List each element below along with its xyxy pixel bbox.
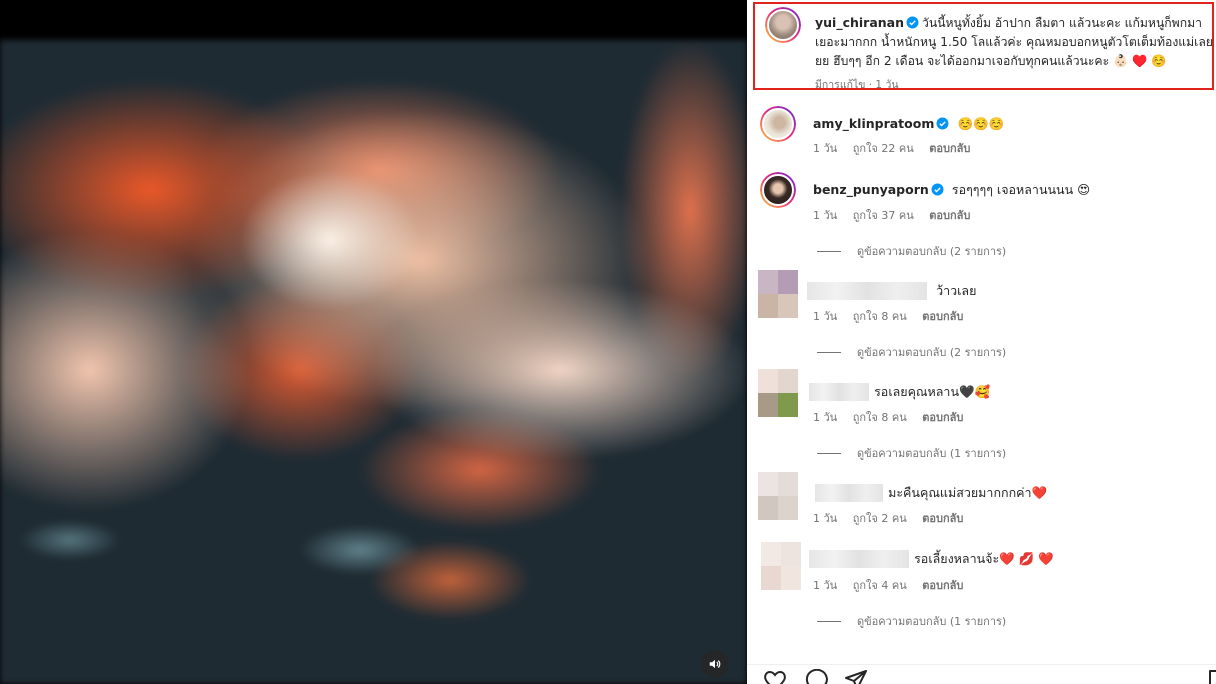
divider-dash — [817, 452, 841, 454]
blurred-avatar[interactable] — [758, 369, 798, 417]
blurred-avatar[interactable] — [758, 270, 798, 318]
comment-likes[interactable]: ถูกใจ 37 คน — [853, 209, 914, 222]
reply-button[interactable]: ตอบกลับ — [922, 310, 963, 323]
blurred-avatar[interactable] — [758, 472, 798, 520]
post-media[interactable] — [0, 0, 747, 684]
comment-meta: 1 วัน ถูกใจ 22 คน ตอบกลับ — [813, 139, 982, 157]
view-replies-label: ดูข้อความตอบกลับ (1 รายการ) — [857, 615, 1007, 628]
reply-button[interactable]: ตอบกลับ — [922, 512, 963, 525]
comments-panel: yui_chiranan วันนี้หนูทั้งยิ้ม อ้าปาก ลืม… — [747, 0, 1216, 684]
post-time[interactable]: 1 วัน — [875, 79, 898, 91]
view-replies-button[interactable]: ดูข้อความตอบกลับ (1 รายการ) — [817, 612, 1006, 630]
view-replies-label: ดูข้อความตอบกลับ (1 รายการ) — [857, 447, 1007, 460]
comment-text-row: มะคืนคุณแม่สวยมากกกค่า❤️ — [813, 482, 1047, 503]
view-replies-button[interactable]: ดูข้อความตอบกลับ (1 รายการ) — [817, 444, 1006, 462]
bookmark-icon[interactable] — [1207, 669, 1216, 684]
comment-time[interactable]: 1 วัน — [813, 142, 837, 155]
comment-text: รอๆๆๆๆ เจอหลานนนน 😍 — [951, 182, 1091, 197]
verified-badge-icon — [936, 117, 949, 130]
comment-time[interactable]: 1 วัน — [813, 512, 837, 525]
divider-dash — [817, 620, 841, 622]
comment-likes[interactable]: ถูกใจ 4 คน — [853, 579, 907, 592]
blurred-username[interactable] — [815, 483, 883, 502]
blurred-username[interactable] — [807, 281, 927, 300]
verified-badge-icon — [931, 183, 944, 196]
comment-text: รอเลี้ยงหลานจ้ะ❤️ 💋 ❤️ — [914, 551, 1054, 566]
comment-time[interactable]: 1 วัน — [813, 411, 837, 424]
comment-likes[interactable]: ถูกใจ 8 คน — [853, 411, 907, 424]
verified-badge-icon — [906, 16, 919, 29]
heart-icon[interactable] — [763, 669, 787, 684]
view-replies-label: ดูข้อความตอบกลับ (2 รายการ) — [857, 346, 1007, 359]
comment-text-row: benz_punyaporn รอๆๆๆๆ เจอหลานนนน 😍 — [813, 179, 1090, 200]
edited-label: มีการแก้ไข — [815, 79, 866, 91]
comment-meta: 1 วัน ถูกใจ 4 คน ตอบกลับ — [813, 576, 975, 594]
speaker-icon — [709, 659, 721, 669]
caption-meta: มีการแก้ไข · 1 วัน — [815, 79, 899, 91]
comment-time[interactable]: 1 วัน — [813, 310, 837, 323]
blurred-username[interactable] — [809, 549, 909, 568]
comment-meta: 1 วัน ถูกใจ 2 คน ตอบกลับ — [813, 509, 975, 527]
post-author-avatar[interactable] — [765, 7, 801, 43]
divider-dash — [817, 351, 841, 353]
blurred-username[interactable] — [809, 382, 869, 401]
blurred-avatar[interactable] — [761, 542, 801, 590]
comment-text: รอเลยคุณหลาน🖤🥰 — [874, 384, 991, 399]
comment-meta: 1 วัน ถูกใจ 8 คน ตอบกลับ — [813, 408, 975, 426]
comment-time[interactable]: 1 วัน — [813, 579, 837, 592]
commenter-username[interactable]: benz_punyaporn — [813, 182, 929, 197]
commenter-username[interactable]: amy_klinpratoom — [813, 116, 934, 131]
view-replies-button[interactable]: ดูข้อความตอบกลับ (2 รายการ) — [817, 343, 1006, 361]
caption-highlight-box: yui_chiranan วันนี้หนูทั้งยิ้ม อ้าปาก ลืม… — [753, 2, 1215, 91]
comment-icon[interactable] — [804, 669, 828, 684]
share-icon[interactable] — [844, 669, 868, 684]
comment-text: มะคืนคุณแม่สวยมากกกค่า❤️ — [888, 485, 1048, 500]
post-caption: yui_chiranan วันนี้หนูทั้งยิ้ม อ้าปาก ลืม… — [815, 13, 1215, 71]
post-action-bar — [747, 664, 1216, 684]
comment-text-row: รอเลี้ยงหลานจ้ะ❤️ 💋 ❤️ — [809, 548, 1054, 569]
comment-likes[interactable]: ถูกใจ 2 คน — [853, 512, 907, 525]
reply-button[interactable]: ตอบกลับ — [922, 579, 963, 592]
comment-likes[interactable]: ถูกใจ 8 คน — [853, 310, 907, 323]
comment-meta: 1 วัน ถูกใจ 37 คน ตอบกลับ — [813, 206, 982, 224]
comment-text-row: ว้าวเลย — [807, 280, 977, 301]
divider-dash — [817, 250, 841, 252]
comment-text-row: amy_klinpratoom ☺️☺️☺️ — [813, 113, 1004, 132]
reply-button[interactable]: ตอบกลับ — [929, 142, 970, 155]
mute-button[interactable] — [701, 650, 729, 678]
view-replies-button[interactable]: ดูข้อความตอบกลับ (2 รายการ) — [817, 242, 1006, 260]
comment-time[interactable]: 1 วัน — [813, 209, 837, 222]
ultrasound-video[interactable] — [0, 40, 747, 684]
reply-button[interactable]: ตอบกลับ — [922, 411, 963, 424]
reply-button[interactable]: ตอบกลับ — [929, 209, 970, 222]
comment-text: ☺️☺️☺️ — [957, 116, 1005, 131]
commenter-avatar[interactable] — [760, 172, 796, 208]
comment-text: ว้าวเลย — [936, 283, 977, 298]
post-author-username[interactable]: yui_chiranan — [815, 15, 904, 30]
commenter-avatar[interactable] — [760, 106, 796, 142]
comment-likes[interactable]: ถูกใจ 22 คน — [853, 142, 914, 155]
comment-meta: 1 วัน ถูกใจ 8 คน ตอบกลับ — [813, 307, 975, 325]
comment-text-row: รอเลยคุณหลาน🖤🥰 — [809, 381, 991, 402]
view-replies-label: ดูข้อความตอบกลับ (2 รายการ) — [857, 245, 1007, 258]
